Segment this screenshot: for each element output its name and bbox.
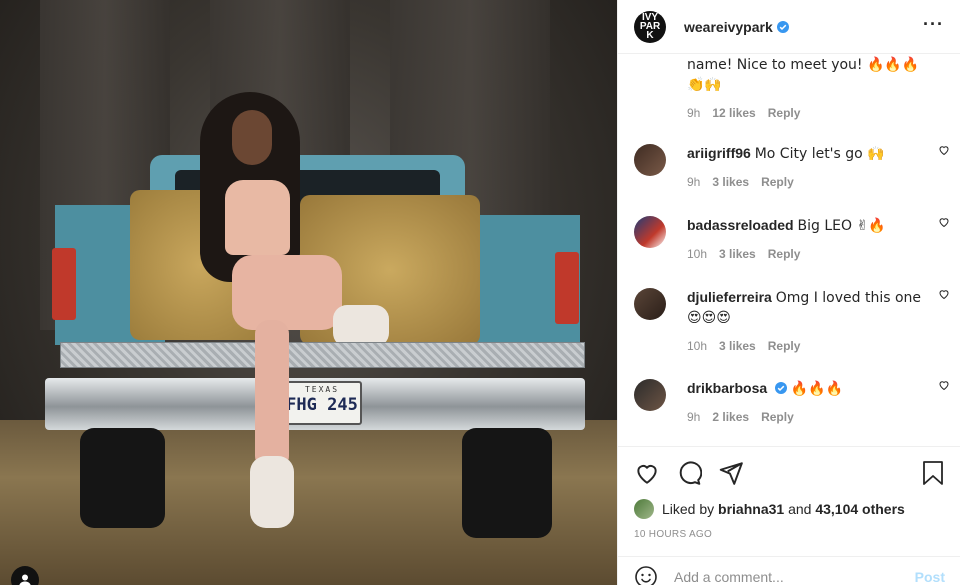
likes-prefix: Liked by bbox=[662, 501, 715, 517]
post-photo[interactable]: TEXAS FHG 245 bbox=[0, 0, 617, 585]
share-icon[interactable] bbox=[718, 460, 744, 486]
comment-time[interactable]: 9h bbox=[687, 408, 700, 427]
post-header: IVY PARK weareivypark ··· bbox=[618, 0, 960, 54]
comment-item: djulieferreira Omg I loved this one 😍😍😍 … bbox=[634, 288, 954, 356]
tire-right bbox=[462, 428, 552, 538]
post-actions-section: Liked by briahna31 and 43,104 others 10 … bbox=[618, 446, 960, 540]
author-avatar[interactable]: IVY PARK bbox=[634, 10, 666, 43]
comment-time[interactable]: 9h bbox=[687, 173, 700, 192]
model-face bbox=[232, 110, 272, 165]
author-username[interactable]: weareivypark bbox=[684, 19, 773, 35]
comment-item: drikbarbosa 🔥🔥🔥 9h 2 likes Reply bbox=[634, 379, 954, 427]
truck-tailgate bbox=[60, 342, 585, 368]
heart-icon[interactable] bbox=[634, 460, 660, 486]
action-bar bbox=[618, 447, 960, 499]
comment-item: badassreloaded Big LEO ✌🔥 10h 3 likes Re… bbox=[634, 216, 954, 264]
comment-text: 🔥🔥🔥 bbox=[790, 381, 844, 397]
comment-body: drikbarbosa 🔥🔥🔥 9h 2 likes Reply bbox=[687, 379, 927, 427]
smiley-icon[interactable] bbox=[634, 565, 658, 585]
comment-body: name! Nice to meet you! 🔥🔥🔥 👏🙌 9h 12 lik… bbox=[687, 55, 927, 123]
commenter-avatar[interactable] bbox=[634, 216, 666, 248]
comment-likes[interactable]: 12 likes bbox=[712, 104, 755, 123]
commenter-username[interactable]: drikbarbosa bbox=[687, 380, 767, 396]
comment-time[interactable]: 10h bbox=[687, 337, 707, 356]
commenter-avatar[interactable] bbox=[634, 288, 666, 320]
comment-text: name! Nice to meet you! 🔥🔥🔥 👏🙌 bbox=[687, 57, 920, 93]
model-pants bbox=[232, 255, 342, 330]
plate-number: FHG 245 bbox=[286, 395, 358, 415]
reply-button[interactable]: Reply bbox=[761, 408, 794, 427]
commenter-username[interactable]: djulieferreira bbox=[687, 289, 772, 305]
commenter-username[interactable]: badassreloaded bbox=[687, 217, 794, 233]
model-sneaker bbox=[250, 456, 294, 528]
taillight-right bbox=[555, 252, 579, 324]
comment-time[interactable]: 9h bbox=[687, 104, 700, 123]
model-top bbox=[225, 180, 290, 255]
commenter-avatar[interactable] bbox=[634, 379, 666, 411]
post-comment-button[interactable]: Post bbox=[915, 569, 945, 585]
comment-item: ariigriff96 Mo City let's go 🙌 9h 3 like… bbox=[634, 144, 954, 192]
comment-body: badassreloaded Big LEO ✌🔥 10h 3 likes Re… bbox=[687, 216, 927, 264]
comments-list[interactable]: name! Nice to meet you! 🔥🔥🔥 👏🙌 9h 12 lik… bbox=[618, 55, 960, 445]
comment-meta: 9h 2 likes Reply bbox=[687, 408, 927, 427]
reply-button[interactable]: Reply bbox=[768, 104, 801, 123]
likes-others-link[interactable]: 43,104 others bbox=[815, 501, 905, 517]
model-leg bbox=[255, 320, 289, 470]
verified-badge-icon bbox=[775, 382, 788, 394]
author-avatar-logo: IVY PARK bbox=[639, 12, 661, 41]
comment-item: name! Nice to meet you! 🔥🔥🔥 👏🙌 9h 12 lik… bbox=[634, 55, 954, 123]
comment-likes[interactable]: 3 likes bbox=[712, 173, 749, 192]
comment-meta: 9h 12 likes Reply bbox=[687, 104, 927, 123]
liker-avatar[interactable] bbox=[634, 499, 654, 519]
comment-meta: 9h 3 likes Reply bbox=[687, 173, 927, 192]
comment-text: Big LEO ✌🔥 bbox=[797, 218, 886, 234]
like-comment-heart-icon[interactable] bbox=[938, 144, 950, 156]
comment-likes[interactable]: 2 likes bbox=[712, 408, 749, 427]
person-icon bbox=[19, 574, 31, 585]
comment-meta: 10h 3 likes Reply bbox=[687, 245, 927, 264]
comment-body: ariigriff96 Mo City let's go 🙌 9h 3 like… bbox=[687, 144, 927, 192]
reply-button[interactable]: Reply bbox=[768, 337, 801, 356]
plate-state: TEXAS bbox=[304, 385, 340, 394]
post-sidebar: IVY PARK weareivypark ··· name! Nice to … bbox=[617, 0, 960, 585]
license-plate: TEXAS FHG 245 bbox=[282, 381, 362, 425]
tire-left bbox=[80, 428, 165, 528]
reply-button[interactable]: Reply bbox=[768, 245, 801, 264]
verified-badge-icon bbox=[776, 20, 789, 33]
bookmark-icon[interactable] bbox=[921, 460, 945, 486]
commenter-avatar[interactable] bbox=[634, 144, 666, 176]
post-timestamp[interactable]: 10 HOURS AGO bbox=[618, 519, 960, 540]
likes-and: and bbox=[788, 501, 812, 517]
comment-body: djulieferreira Omg I loved this one 😍😍😍 … bbox=[687, 288, 927, 356]
comment-icon[interactable] bbox=[676, 460, 702, 486]
comment-likes[interactable]: 3 likes bbox=[719, 245, 756, 264]
comment-input[interactable] bbox=[674, 568, 915, 585]
comment-time[interactable]: 10h bbox=[687, 245, 707, 264]
comment-text: Mo City let's go 🙌 bbox=[754, 146, 885, 162]
comment-likes[interactable]: 3 likes bbox=[719, 337, 756, 356]
like-comment-heart-icon[interactable] bbox=[938, 379, 950, 391]
commenter-username[interactable]: ariigriff96 bbox=[687, 145, 751, 161]
likes-summary: Liked by briahna31 and 43,104 others bbox=[618, 499, 960, 519]
like-comment-heart-icon[interactable] bbox=[938, 216, 950, 228]
comment-meta: 10h 3 likes Reply bbox=[687, 337, 927, 356]
taillight-left bbox=[52, 248, 76, 320]
model-sneaker bbox=[333, 305, 389, 347]
more-options-icon[interactable]: ··· bbox=[923, 15, 944, 33]
liker-username[interactable]: briahna31 bbox=[718, 501, 784, 517]
reply-button[interactable]: Reply bbox=[761, 173, 794, 192]
add-comment-bar: Post bbox=[618, 556, 960, 585]
like-comment-heart-icon[interactable] bbox=[938, 288, 950, 300]
